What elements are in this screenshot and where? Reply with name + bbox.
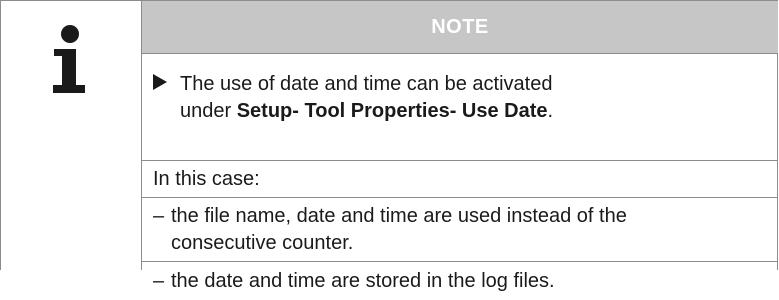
instruction-line2: under Setup- Tool Properties- Use Date. [180, 98, 768, 125]
list-item-text: the date and time are stored in the log … [171, 268, 768, 295]
note-content: NOTE The use of date and time can be act… [142, 1, 778, 292]
menu-path: Setup- Tool Properties- Use Date [236, 100, 548, 122]
case-intro: In this case: [142, 161, 778, 198]
info-icon [53, 25, 85, 93]
list-item-line1: the date and time are stored in the log … [171, 270, 555, 292]
icon-column [1, 1, 142, 270]
list-item-line1: the file name, date and time are used in… [171, 205, 627, 227]
instruction-row: The use of date and time can be activate… [142, 54, 778, 161]
arrow-right-icon [153, 74, 167, 90]
list-item-text: the file name, date and time are used in… [171, 203, 768, 257]
note-title: NOTE [142, 1, 778, 54]
dash-bullet: – [153, 205, 165, 227]
instruction-prefix: under [180, 100, 237, 122]
dash-bullet: – [153, 270, 165, 292]
instruction-line1: The use of date and time can be activate… [180, 73, 553, 95]
list-item: – the file name, date and time are used … [142, 198, 778, 262]
instruction-text: The use of date and time can be activate… [180, 71, 768, 125]
list-item: – the date and time are stored in the lo… [142, 262, 778, 300]
list-item-line2: consecutive counter. [171, 232, 354, 254]
instruction-suffix: . [547, 100, 554, 122]
note-box: NOTE The use of date and time can be act… [0, 0, 778, 292]
